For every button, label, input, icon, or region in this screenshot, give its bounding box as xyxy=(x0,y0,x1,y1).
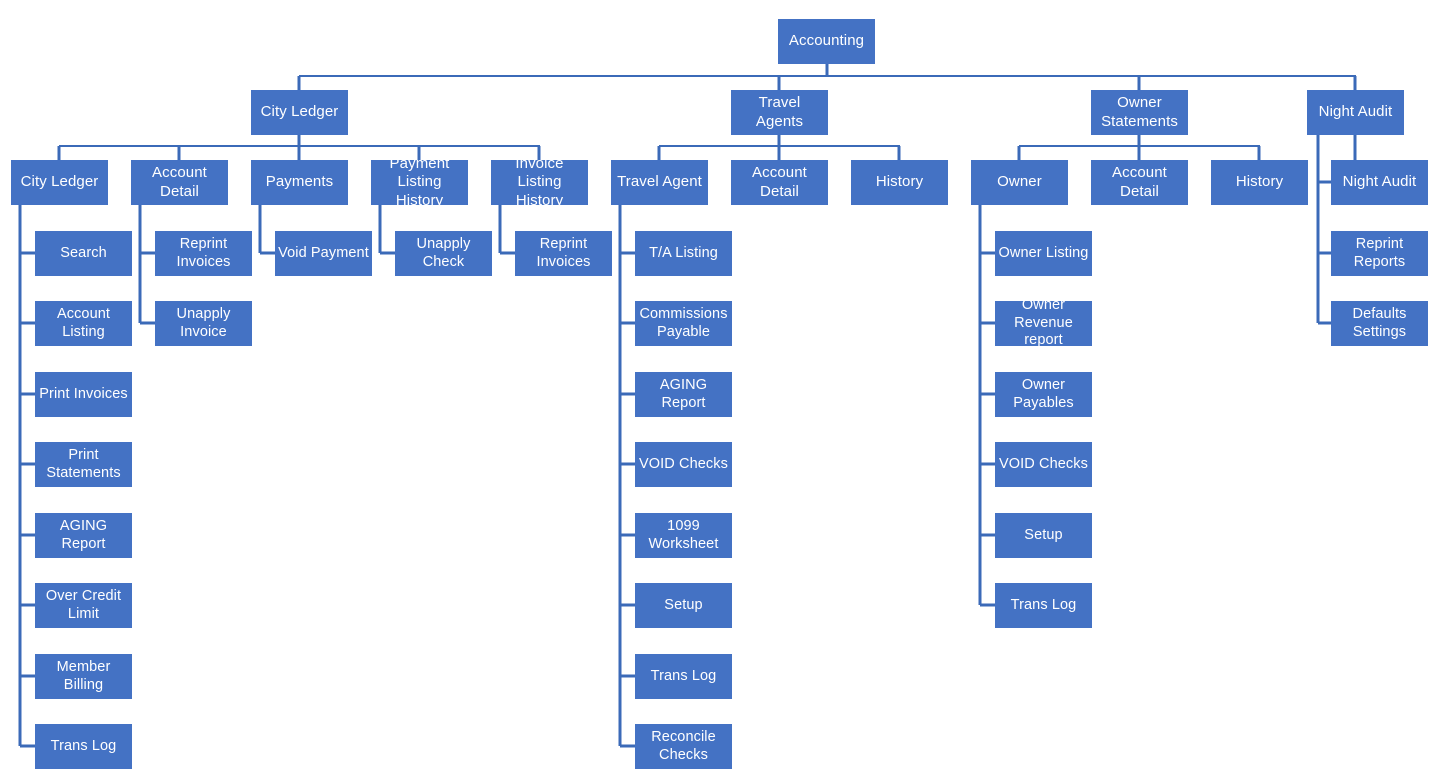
node-label: Member Billing xyxy=(56,658,111,693)
node-l2-travel-agents[interactable]: Travel Agents xyxy=(731,90,828,135)
node-leaf-t-a-listing[interactable]: T/A Listing xyxy=(635,231,732,276)
node-label: Owner Statements xyxy=(1101,94,1178,130)
node-l3-invoice-listing-history[interactable]: Invoice Listing History xyxy=(491,155,588,209)
node-label: History xyxy=(1235,173,1284,191)
node-leaf-reprint-invoices[interactable]: Reprint Invoices xyxy=(515,231,612,276)
node-label: Payments xyxy=(265,173,334,191)
node-label: Setup xyxy=(1024,526,1063,543)
node-leaf-owner-revenue-report[interactable]: Owner Revenue report xyxy=(995,297,1092,348)
node-label: Invoice Listing History xyxy=(515,155,564,209)
node-leaf-over-credit-limit[interactable]: Over Credit Limit xyxy=(35,583,132,628)
node-label: Unapply Check xyxy=(416,235,471,270)
node-label: Reconcile Checks xyxy=(651,728,716,763)
node-l3-owner[interactable]: Owner xyxy=(971,160,1068,205)
node-l2-owner-statements[interactable]: Owner Statements xyxy=(1091,90,1188,135)
node-label: City Ledger xyxy=(20,173,99,191)
node-leaf-unapply-check[interactable]: Unapply Check xyxy=(395,231,492,276)
node-l3-history[interactable]: History xyxy=(1211,160,1308,205)
node-leaf-trans-log[interactable]: Trans Log xyxy=(635,654,732,699)
node-label: Commissions Payable xyxy=(639,305,728,340)
node-l3-account-detail[interactable]: Account Detail xyxy=(131,160,228,205)
node-label: City Ledger xyxy=(260,103,339,121)
node-label: Void Payment xyxy=(278,244,369,261)
node-label: History xyxy=(875,173,924,191)
node-leaf-reprint-invoices[interactable]: Reprint Invoices xyxy=(155,231,252,276)
node-l3-account-detail[interactable]: Account Detail xyxy=(731,160,828,205)
node-l2-city-ledger[interactable]: City Ledger xyxy=(251,90,348,135)
node-label: Reprint Reports xyxy=(1353,235,1406,270)
node-leaf-account-listing[interactable]: Account Listing xyxy=(35,301,132,346)
node-label: Owner Revenue report xyxy=(1014,296,1073,349)
node-label: Owner Listing xyxy=(998,244,1089,261)
node-label: Account Listing xyxy=(56,305,111,340)
node-label: Travel Agent xyxy=(617,173,702,191)
node-leaf-aging-report[interactable]: AGING Report xyxy=(35,513,132,558)
node-label: Search xyxy=(60,244,107,261)
node-leaf-print-invoices[interactable]: Print Invoices xyxy=(35,372,132,417)
node-label: AGING Report xyxy=(59,517,108,552)
node-leaf-void-payment[interactable]: Void Payment xyxy=(275,231,372,276)
node-label: Reprint Invoices xyxy=(536,235,591,270)
node-root-accounting[interactable]: Accounting xyxy=(778,19,875,64)
node-l3-payment-listing-history[interactable]: Payment Listing History xyxy=(371,155,468,209)
node-leaf-void-checks[interactable]: VOID Checks xyxy=(635,442,732,487)
node-label: 1099 Worksheet xyxy=(648,517,719,552)
node-label: Account Detail xyxy=(752,164,807,200)
node-label: Over Credit Limit xyxy=(45,587,122,622)
node-label: Unapply Invoice xyxy=(176,305,231,340)
node-label: T/A Listing xyxy=(649,244,718,261)
node-l3-night-audit[interactable]: Night Audit xyxy=(1331,160,1428,205)
node-label: Trans Log xyxy=(1010,596,1077,613)
node-label: Reprint Invoices xyxy=(176,235,231,270)
node-label: Payment Listing History xyxy=(389,155,450,209)
node-leaf-reconcile-checks[interactable]: Reconcile Checks xyxy=(635,724,732,769)
node-label: Owner Payables xyxy=(1013,376,1074,411)
node-label: Owner xyxy=(997,173,1042,191)
node-label: Defaults Settings xyxy=(1352,305,1407,340)
node-l3-history[interactable]: History xyxy=(851,160,948,205)
node-leaf-1099-worksheet[interactable]: 1099 Worksheet xyxy=(635,513,732,558)
node-l3-payments[interactable]: Payments xyxy=(251,160,348,205)
node-leaf-void-checks[interactable]: VOID Checks xyxy=(995,442,1092,487)
node-leaf-setup[interactable]: Setup xyxy=(995,513,1092,558)
node-leaf-member-billing[interactable]: Member Billing xyxy=(35,654,132,699)
node-leaf-commissions-payable[interactable]: Commissions Payable xyxy=(635,301,732,346)
node-leaf-owner-listing[interactable]: Owner Listing xyxy=(995,231,1092,276)
org-chart-canvas: Accounting City Ledger Travel Agents Owner … xyxy=(0,0,1443,782)
node-l3-account-detail[interactable]: Account Detail xyxy=(1091,160,1188,205)
node-label: Accounting xyxy=(788,32,865,50)
node-label: Setup xyxy=(664,596,703,613)
node-label: Account Detail xyxy=(152,164,207,200)
node-l3-travel-agent[interactable]: Travel Agent xyxy=(611,160,708,205)
node-label: Night Audit xyxy=(1342,173,1417,191)
node-leaf-setup[interactable]: Setup xyxy=(635,583,732,628)
node-leaf-trans-log[interactable]: Trans Log xyxy=(35,724,132,769)
node-label: VOID Checks xyxy=(999,455,1088,472)
node-label: Trans Log xyxy=(50,737,117,754)
node-leaf-defaults-settings[interactable]: Defaults Settings xyxy=(1331,301,1428,346)
node-leaf-print-statements[interactable]: Print Statements xyxy=(35,442,132,487)
node-leaf-reprint-reports[interactable]: Reprint Reports xyxy=(1331,231,1428,276)
node-label: Travel Agents xyxy=(755,94,804,130)
node-label: Trans Log xyxy=(650,667,717,684)
node-l2-night-audit[interactable]: Night Audit xyxy=(1307,90,1404,135)
node-l3-city-ledger[interactable]: City Ledger xyxy=(11,160,108,205)
node-leaf-aging-report[interactable]: AGING Report xyxy=(635,372,732,417)
node-label: Print Invoices xyxy=(39,385,128,402)
node-leaf-owner-payables[interactable]: Owner Payables xyxy=(995,372,1092,417)
node-leaf-unapply-invoice[interactable]: Unapply Invoice xyxy=(155,301,252,346)
node-leaf-search[interactable]: Search xyxy=(35,231,132,276)
node-leaf-trans-log[interactable]: Trans Log xyxy=(995,583,1092,628)
node-label: Night Audit xyxy=(1318,103,1393,121)
node-label: Print Statements xyxy=(46,446,121,481)
node-label: VOID Checks xyxy=(639,455,728,472)
node-label: AGING Report xyxy=(659,376,708,411)
node-label: Account Detail xyxy=(1112,164,1167,200)
